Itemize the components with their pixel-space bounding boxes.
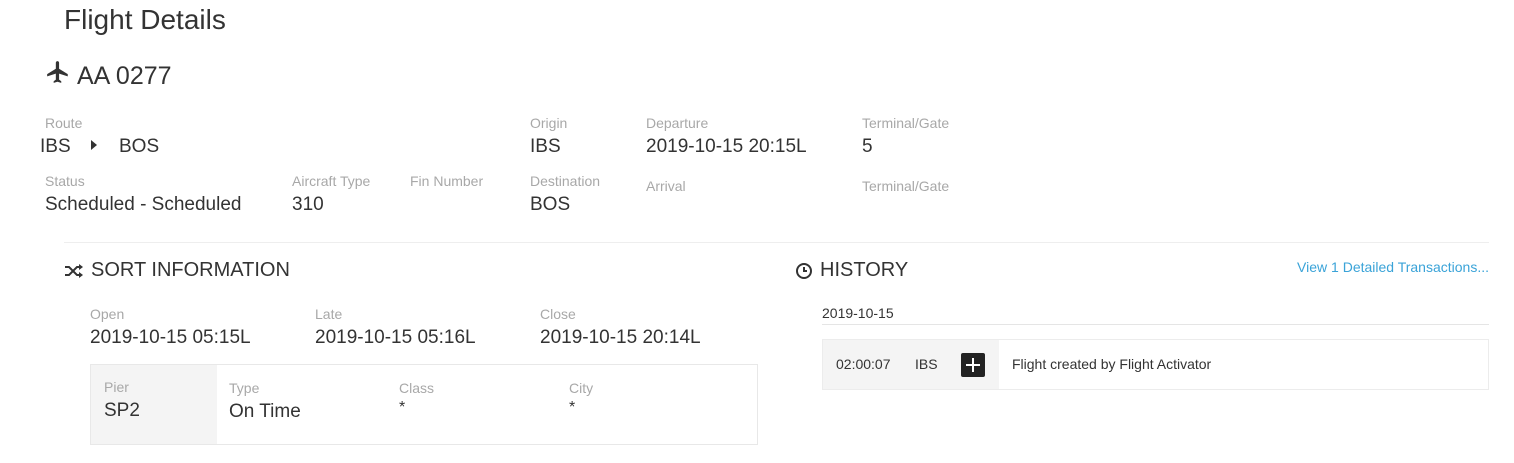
section-divider — [64, 242, 1489, 243]
departure-label: Departure — [646, 115, 709, 131]
sort-type-value: On Time — [229, 401, 301, 422]
pier-value: SP2 — [104, 400, 140, 421]
flight-details-page: Flight Details AA 0277 Route IBS BOS Ori… — [0, 0, 1514, 463]
history-section-title: HISTORY — [795, 259, 908, 282]
pier-cell: Pier SP2 — [91, 365, 217, 444]
aircraft-type-label: Aircraft Type — [292, 173, 371, 189]
history-date: 2019-10-15 — [822, 305, 894, 321]
sort-class-value: * — [399, 399, 406, 416]
flight-header: AA 0277 — [45, 58, 172, 91]
arrival-label: Arrival — [646, 178, 686, 194]
origin-value: IBS — [530, 136, 561, 157]
destination-label: Destination — [530, 173, 601, 189]
pier-label: Pier — [104, 379, 129, 395]
sort-open-label: Open — [90, 306, 125, 322]
history-entry-description: Flight created by Flight Activator — [1012, 356, 1212, 372]
history-entry-location: IBS — [915, 356, 938, 372]
view-transactions-link[interactable]: View 1 Detailed Transactions... — [1297, 259, 1489, 275]
airplane-icon — [45, 59, 71, 90]
page-title: Flight Details — [64, 4, 226, 35]
departure-value: 2019-10-15 20:15L — [646, 136, 807, 157]
history-entry: 02:00:07 IBS Flight created by Flight Ac… — [822, 339, 1489, 390]
sort-city-label: City — [569, 380, 594, 396]
history-date-divider — [822, 324, 1489, 325]
route-to: BOS — [119, 136, 160, 157]
history-section-label: HISTORY — [820, 259, 909, 281]
sort-section-title: SORT INFORMATION — [64, 259, 290, 282]
sort-type-label: Type — [229, 380, 260, 396]
route-from: IBS — [40, 136, 71, 157]
sort-city-value: * — [569, 399, 576, 416]
aircraft-type-value: 310 — [292, 194, 324, 215]
shuffle-icon — [65, 263, 83, 278]
sort-late-label: Late — [315, 306, 343, 322]
fin-number-label: Fin Number — [410, 173, 484, 189]
plus-square-icon[interactable] — [961, 353, 985, 377]
sort-detail-card: Pier SP2 Type On Time Class * City * — [90, 364, 758, 445]
clock-icon — [796, 262, 812, 279]
arrival-terminal-label: Terminal/Gate — [862, 178, 950, 194]
history-entry-time: 02:00:07 — [836, 356, 891, 372]
sort-open-value: 2019-10-15 05:15L — [90, 327, 251, 348]
sort-section-label: SORT INFORMATION — [91, 259, 290, 281]
sort-close-value: 2019-10-15 20:14L — [540, 327, 701, 348]
caret-right-icon — [91, 140, 97, 150]
flight-number: AA 0277 — [77, 62, 172, 90]
history-entry-meta: 02:00:07 IBS — [823, 340, 999, 389]
status-label: Status — [45, 173, 85, 189]
status-value: Scheduled - Scheduled — [45, 194, 242, 215]
sort-close-label: Close — [540, 306, 576, 322]
sort-late-value: 2019-10-15 05:16L — [315, 327, 476, 348]
destination-value: BOS — [530, 194, 571, 215]
departure-terminal-value: 5 — [862, 136, 873, 157]
route-label: Route — [45, 115, 83, 131]
sort-class-label: Class — [399, 380, 435, 396]
departure-terminal-label: Terminal/Gate — [862, 115, 950, 131]
origin-label: Origin — [530, 115, 568, 131]
